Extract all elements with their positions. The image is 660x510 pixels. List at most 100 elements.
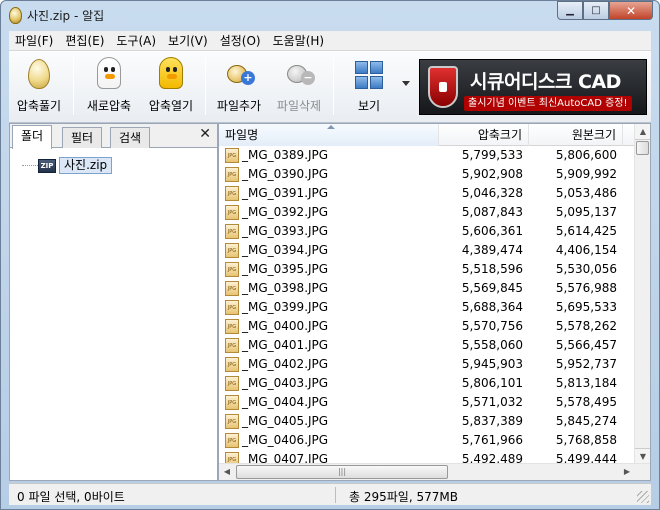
file-list-panel: 파일명 압축크기 원본크기 JPG _MG_0389.JPG 5,799,533 5,… — [218, 123, 651, 481]
jpg-file-icon: JPG — [225, 262, 239, 277]
menu-file[interactable]: 파일(F) — [9, 31, 59, 51]
column-header-original[interactable]: 원본크기 — [529, 124, 623, 146]
extract-button[interactable]: 압축풀기 — [11, 51, 67, 121]
window-title: 사진.zip - 알집 — [27, 9, 105, 23]
compressed-size: 5,945,903 — [461, 357, 523, 371]
compressed-size: 5,558,060 — [461, 338, 523, 352]
original-size: 5,806,600 — [555, 148, 617, 162]
file-name: _MG_0389.JPG — [242, 148, 329, 162]
minimize-button[interactable]: ▁ — [557, 1, 583, 20]
view-button[interactable]: 보기 — [343, 51, 395, 121]
table-row[interactable]: JPG _MG_0406.JPG 5,761,966 5,768,858 — [219, 431, 636, 450]
original-size: 5,614,425 — [555, 224, 617, 238]
file-name: _MG_0406.JPG — [242, 433, 329, 447]
sort-ascending-icon — [327, 125, 335, 129]
toolbar-separator — [73, 57, 74, 115]
table-row[interactable]: JPG _MG_0402.JPG 5,945,903 5,952,737 — [219, 355, 636, 374]
file-name: _MG_0400.JPG — [242, 319, 329, 333]
tree-node-archive[interactable]: ZIP 사진.zip — [38, 157, 113, 174]
compressed-size: 5,837,389 — [461, 414, 523, 428]
vertical-scrollbar[interactable]: ▲ ▼ — [634, 124, 650, 464]
file-rows: JPG _MG_0389.JPG 5,799,533 5,806,600 JPG _MG_… — [219, 146, 636, 469]
compressed-size: 5,799,533 — [461, 148, 523, 162]
menu-bar: 파일(F) 편집(E) 도구(A) 보기(V) 설정(O) 도움말(H) — [9, 31, 651, 51]
jpg-file-icon: JPG — [225, 224, 239, 239]
original-size: 5,813,184 — [555, 376, 617, 390]
tab-search[interactable]: 검색 — [110, 127, 151, 148]
ad-title: 시큐어디스크 CAD — [470, 71, 621, 93]
close-icon: ✕ — [625, 3, 637, 18]
menu-help[interactable]: 도움말(H) — [267, 31, 331, 51]
original-size: 5,952,737 — [555, 357, 617, 371]
table-row[interactable]: JPG _MG_0392.JPG 5,087,843 5,095,137 — [219, 203, 636, 222]
menu-edit[interactable]: 편집(E) — [59, 31, 110, 51]
file-name: _MG_0405.JPG — [242, 414, 329, 428]
file-name: _MG_0393.JPG — [242, 224, 329, 238]
column-header-compressed[interactable]: 압축크기 — [439, 124, 529, 146]
scroll-right-icon[interactable]: ▶ — [619, 464, 635, 480]
table-row[interactable]: JPG _MG_0391.JPG 5,046,328 5,053,486 — [219, 184, 636, 203]
table-row[interactable]: JPG _MG_0404.JPG 5,571,032 5,578,495 — [219, 393, 636, 412]
scroll-down-icon[interactable]: ▼ — [635, 448, 650, 464]
compressed-size: 5,518,596 — [461, 262, 523, 276]
zip-icon: ZIP — [38, 158, 56, 173]
jpg-file-icon: JPG — [225, 319, 239, 334]
horizontal-scrollbar[interactable]: ◀ ||| ▶ — [219, 463, 650, 480]
delete-file-button[interactable]: − 파일삭제 — [271, 51, 327, 121]
scroll-left-icon[interactable]: ◀ — [219, 464, 235, 480]
table-row[interactable]: JPG _MG_0394.JPG 4,389,474 4,406,154 — [219, 241, 636, 260]
file-name-cell: JPG _MG_0405.JPG — [225, 412, 439, 431]
egg-icon — [28, 59, 50, 89]
table-row[interactable]: JPG _MG_0389.JPG 5,799,533 5,806,600 — [219, 146, 636, 165]
jpg-file-icon: JPG — [225, 395, 239, 410]
file-name-cell: JPG _MG_0393.JPG — [225, 222, 439, 241]
file-name: _MG_0392.JPG — [242, 205, 329, 219]
ad-banner[interactable]: 시큐어디스크 CAD 출시기념 이벤트 최신AutoCAD 증정! — [419, 59, 647, 115]
table-row[interactable]: JPG _MG_0390.JPG 5,902,908 5,909,992 — [219, 165, 636, 184]
table-row[interactable]: JPG _MG_0401.JPG 5,558,060 5,566,457 — [219, 336, 636, 355]
horizontal-scroll-thumb[interactable]: ||| — [236, 465, 448, 479]
file-name-cell: JPG _MG_0406.JPG — [225, 431, 439, 450]
column-header-name[interactable]: 파일명 — [219, 124, 439, 146]
add-file-label: 파일추가 — [216, 99, 262, 113]
file-name: _MG_0390.JPG — [242, 167, 329, 181]
table-row[interactable]: JPG _MG_0398.JPG 5,569,845 5,576,988 — [219, 279, 636, 298]
menu-view[interactable]: 보기(V) — [162, 31, 214, 51]
resize-grip-icon[interactable] — [637, 491, 649, 503]
table-row[interactable]: JPG _MG_0405.JPG 5,837,389 5,845,274 — [219, 412, 636, 431]
compressed-size: 5,570,756 — [461, 319, 523, 333]
file-name: _MG_0401.JPG — [242, 338, 329, 352]
compressed-size: 5,087,843 — [461, 205, 523, 219]
jpg-file-icon: JPG — [225, 338, 239, 353]
file-name-cell: JPG _MG_0392.JPG — [225, 203, 439, 222]
tab-folder[interactable]: 폴더 — [12, 125, 53, 149]
new-archive-button[interactable]: 새로압축 — [81, 51, 137, 121]
compressed-size: 5,046,328 — [461, 186, 523, 200]
view-dropdown-arrow-icon[interactable] — [402, 81, 410, 86]
menu-tools[interactable]: 도구(A) — [110, 31, 162, 51]
tab-filter[interactable]: 필터 — [62, 127, 103, 148]
add-file-button[interactable]: + 파일추가 — [211, 51, 267, 121]
original-size: 5,695,533 — [555, 300, 617, 314]
open-archive-button[interactable]: 압축열기 — [143, 51, 199, 121]
file-name-cell: JPG _MG_0390.JPG — [225, 165, 439, 184]
title-bar[interactable]: 사진.zip - 알집 ▁ □ ✕ — [1, 1, 659, 31]
compressed-size: 5,761,966 — [461, 433, 523, 447]
minimize-icon: ▁ — [566, 5, 574, 16]
column-header-name-label: 파일명 — [225, 128, 259, 142]
panel-close-icon[interactable]: ✕ — [199, 126, 211, 142]
maximize-button[interactable]: □ — [583, 1, 609, 20]
table-row[interactable]: JPG _MG_0395.JPG 5,518,596 5,530,056 — [219, 260, 636, 279]
table-row[interactable]: JPG _MG_0399.JPG 5,688,364 5,695,533 — [219, 298, 636, 317]
file-name-cell: JPG _MG_0404.JPG — [225, 393, 439, 412]
compressed-size: 5,606,361 — [461, 224, 523, 238]
menu-settings[interactable]: 설정(O) — [214, 31, 267, 51]
close-button[interactable]: ✕ — [609, 1, 653, 20]
vertical-scroll-thumb[interactable] — [636, 141, 649, 155]
table-row[interactable]: JPG _MG_0400.JPG 5,570,756 5,578,262 — [219, 317, 636, 336]
table-row[interactable]: JPG _MG_0393.JPG 5,606,361 5,614,425 — [219, 222, 636, 241]
original-size: 5,909,992 — [555, 167, 617, 181]
jpg-file-icon: JPG — [225, 281, 239, 296]
scroll-up-icon[interactable]: ▲ — [635, 124, 650, 140]
table-row[interactable]: JPG _MG_0403.JPG 5,806,101 5,813,184 — [219, 374, 636, 393]
